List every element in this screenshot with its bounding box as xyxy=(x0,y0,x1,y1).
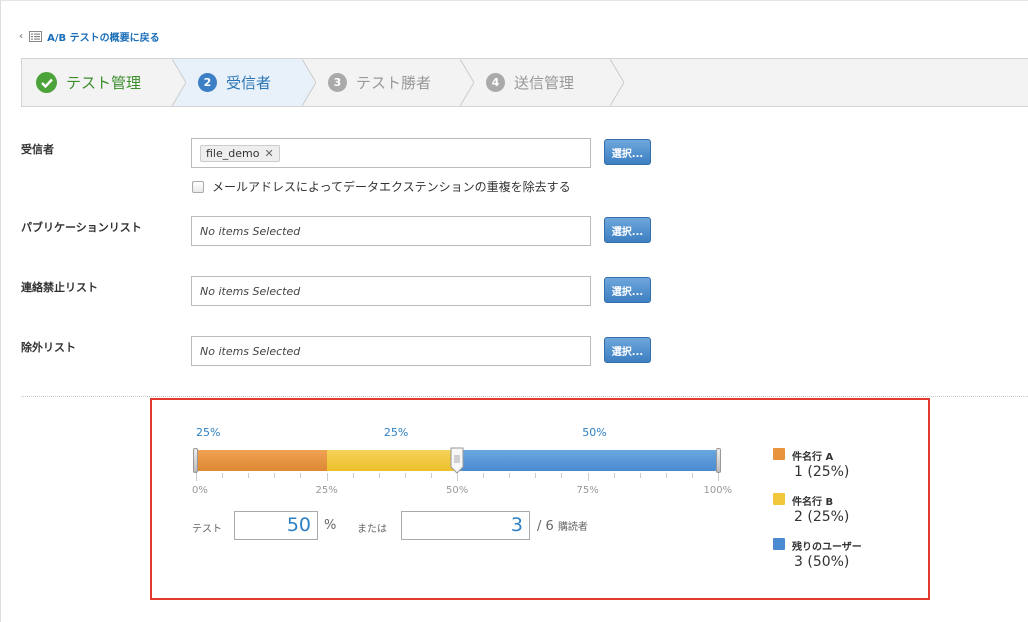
segment-a-bar xyxy=(196,450,327,471)
recipients-field[interactable]: file_demo ✕ xyxy=(191,138,591,168)
step-separator xyxy=(460,59,474,106)
tick-label-25: 25% xyxy=(315,485,338,496)
test-percent-input[interactable]: 50 xyxy=(234,511,318,540)
step-recipients[interactable]: 2 受信者 xyxy=(172,59,316,106)
slider-tick xyxy=(483,473,485,478)
step-test-management[interactable]: テスト管理 xyxy=(22,59,186,106)
slider-tick xyxy=(326,473,328,481)
suppression-list-label: 連絡禁止リスト xyxy=(21,281,98,294)
publication-list-field[interactable]: No items Selected xyxy=(191,216,591,246)
recipients-label: 受信者 xyxy=(21,143,54,156)
legend-swatch xyxy=(773,538,785,550)
legend-name: 件名行 B xyxy=(792,497,834,508)
publication-list-placeholder: No items Selected xyxy=(200,224,301,238)
total-count: / 6 xyxy=(537,519,554,534)
total-unit: 購読者 xyxy=(557,522,588,533)
tick-label-100: 100% xyxy=(703,485,733,496)
slider-tick xyxy=(509,473,511,478)
slider-tick xyxy=(691,473,693,478)
dedupe-label: メールアドレスによってデータエクステンションの重複を除去する xyxy=(212,180,571,194)
step-label: テスト管理 xyxy=(66,74,142,92)
step-separator xyxy=(302,59,316,106)
tick-label-0: 0% xyxy=(192,485,208,496)
tick-label-75: 75% xyxy=(576,485,599,496)
tick-label-50: 50% xyxy=(446,485,469,496)
slider-tick xyxy=(300,473,302,478)
legend-name: 件名行 A xyxy=(792,452,834,463)
back-link-label: A/B テストの概要に戻る xyxy=(47,33,160,44)
slider-start-handle xyxy=(193,448,198,473)
legend-name: 残りのユーザー xyxy=(792,542,862,553)
slider-ticks xyxy=(196,473,719,481)
step-number: 4 xyxy=(486,73,505,92)
section-divider xyxy=(21,396,1028,397)
publication-list-label: パブリケーションリスト xyxy=(21,221,142,234)
legend-swatch xyxy=(773,493,785,505)
publication-select-button[interactable]: 選択... xyxy=(604,217,651,243)
back-to-overview-link[interactable]: ‹ A/B テストの概要に戻る xyxy=(19,29,160,44)
slider-tick xyxy=(718,473,719,481)
slider-tick xyxy=(274,473,276,478)
slider-tick xyxy=(430,473,432,478)
segment-a-percent-label: 25% xyxy=(196,426,221,439)
step-separator xyxy=(172,59,186,106)
segment-rest-bar xyxy=(457,450,718,471)
legend-value: 3 (50%) xyxy=(794,554,850,570)
slider-tick xyxy=(665,473,667,478)
wizard-stepper: テスト管理 2 受信者 3 テスト勝者 4 送信管理 xyxy=(21,58,1028,107)
exclusion-select-button[interactable]: 選択... xyxy=(604,337,651,363)
step-send-management[interactable]: 4 送信管理 xyxy=(460,59,624,106)
test-count-input[interactable]: 3 xyxy=(401,511,530,540)
legend-value: 2 (25%) xyxy=(794,509,850,525)
segment-b-percent-label: 25% xyxy=(383,426,409,439)
slider-tick xyxy=(535,473,537,478)
chevron-left-icon: ‹ xyxy=(19,31,24,42)
test-label: テスト xyxy=(192,524,222,535)
step-label: 受信者 xyxy=(226,74,272,92)
or-label: または xyxy=(357,524,387,535)
percent-unit: % xyxy=(324,518,337,533)
list-icon xyxy=(29,31,43,42)
step-separator xyxy=(610,59,624,106)
legend-value: 1 (25%) xyxy=(794,464,850,480)
legend-swatch xyxy=(773,448,785,460)
recipients-select-button[interactable]: 選択... xyxy=(604,139,651,165)
recipient-tag-label: file_demo xyxy=(206,146,260,160)
slider-tick xyxy=(639,473,641,478)
slider-tick xyxy=(196,473,197,481)
exclusion-list-label: 除外リスト xyxy=(21,341,76,354)
step-test-winner[interactable]: 3 テスト勝者 xyxy=(302,59,474,106)
slider-tick xyxy=(248,473,250,478)
slider-tick xyxy=(561,473,563,478)
remove-tag-icon[interactable]: ✕ xyxy=(264,147,273,160)
suppression-select-button[interactable]: 選択... xyxy=(604,277,651,303)
step-label: 送信管理 xyxy=(514,74,575,92)
step-number: 2 xyxy=(198,73,217,92)
split-slider[interactable] xyxy=(193,447,721,474)
slider-tick xyxy=(222,473,224,478)
ab-split-panel: 25% 25% 50% 0% 25% 50% 75% 100% テスト 50 %… xyxy=(150,398,930,600)
check-circle-icon xyxy=(36,72,57,93)
step-number: 3 xyxy=(328,73,347,92)
recipient-tag: file_demo ✕ xyxy=(200,144,280,162)
exclusion-list-placeholder: No items Selected xyxy=(200,344,301,358)
slider-end-handle xyxy=(716,448,721,473)
total-subscribers: / 6 購読者 xyxy=(537,518,588,534)
suppression-list-placeholder: No items Selected xyxy=(200,284,301,298)
dedupe-checkbox[interactable] xyxy=(192,180,204,193)
slider-tick xyxy=(378,473,380,478)
slider-tick xyxy=(457,473,458,481)
slider-tick xyxy=(613,473,615,478)
dedupe-option[interactable]: メールアドレスによってデータエクステンションの重複を除去する xyxy=(192,178,571,195)
slider-tick xyxy=(352,473,354,478)
exclusion-list-field[interactable]: No items Selected xyxy=(191,336,591,366)
segment-b-bar xyxy=(326,450,457,471)
suppression-list-field[interactable]: No items Selected xyxy=(191,276,591,306)
slider-tick xyxy=(587,473,589,481)
slider-thumb-icon[interactable] xyxy=(450,447,464,474)
slider-tick xyxy=(404,473,406,478)
step-label: テスト勝者 xyxy=(356,74,432,92)
segment-rest-percent-label: 50% xyxy=(582,426,607,439)
